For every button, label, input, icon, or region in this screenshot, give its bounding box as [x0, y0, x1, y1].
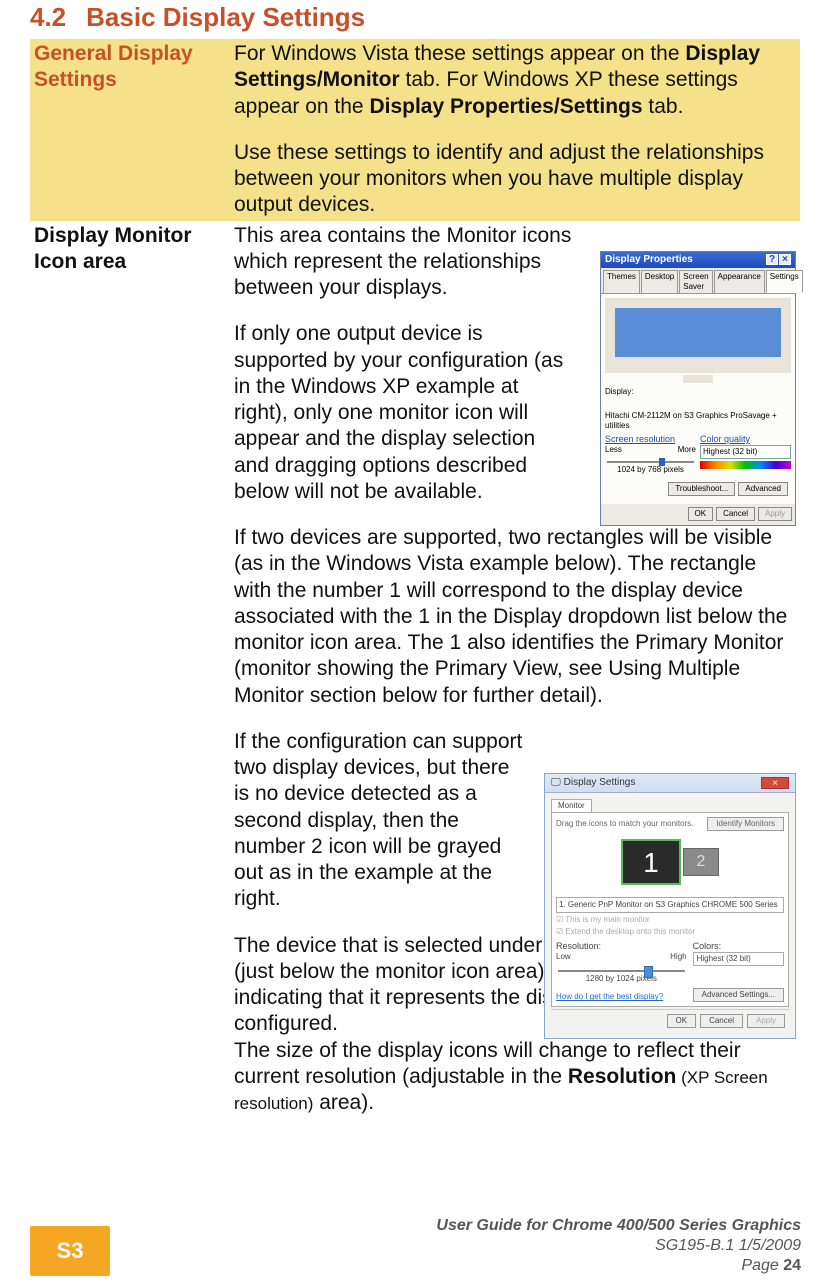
vista-drag-text: Drag the icons to match your monitors.	[556, 819, 693, 829]
vista-extend-desktop-checkbox[interactable]: ☑ Extend the desktop onto this monitor	[556, 927, 784, 937]
vista-tab-monitor[interactable]: Monitor	[551, 799, 592, 812]
monitor-icon-area[interactable]: 1 2	[556, 831, 784, 893]
vista-color-section: Colors: Highest (32 bit)	[693, 941, 784, 984]
footer-page: Page 24	[436, 1256, 801, 1276]
xp-title-text: Display Properties	[605, 254, 693, 267]
xp-advanced-button[interactable]: Advanced	[738, 482, 788, 496]
row1-label: General Display Settings	[30, 39, 230, 221]
xp-titlebar: Display Properties ?×	[601, 252, 795, 269]
s3-graphics-logo: S3	[30, 1226, 110, 1276]
xp-display-value: Hitachi CM-2112M on S3 Graphics ProSavag…	[605, 411, 791, 431]
vista-title-text: Display Settings	[564, 777, 636, 790]
xp-res-label: Screen resolution	[605, 434, 696, 445]
vista-titlebar: 🖵Display Settings ×	[545, 774, 795, 794]
vista-help-link[interactable]: How do I get the best display?	[556, 992, 663, 1002]
vista-ok-button[interactable]: OK	[667, 1014, 697, 1028]
color-spectrum-icon	[700, 461, 791, 469]
vista-main-monitor-checkbox[interactable]: ☑ This is my main monitor	[556, 915, 784, 925]
xp-tab-settings[interactable]: Settings	[766, 270, 803, 293]
row2-para4: If the configuration can support two dis…	[234, 729, 524, 913]
section-number: 4.2	[30, 2, 66, 32]
xp-resolution-section: Screen resolution LessMore 1024 by 768 p…	[605, 434, 696, 475]
settings-table: General Display Settings For Windows Vis…	[30, 39, 800, 1138]
vista-display-select[interactable]: 1. Generic PnP Monitor on S3 Graphics CH…	[556, 897, 784, 913]
page-footer: S3 User Guide for Chrome 400/500 Series …	[30, 1216, 801, 1276]
vista-res-label: Resolution:	[556, 941, 687, 952]
xp-color-select[interactable]: Highest (32 bit)	[700, 445, 791, 459]
row2-para3: If two devices are supported, two rectan…	[234, 525, 796, 709]
xp-tabs: Themes Desktop Screen Saver Appearance S…	[601, 268, 795, 294]
row1-para2: Use these settings to identify and adjus…	[234, 140, 796, 219]
xp-ok-button[interactable]: OK	[688, 507, 714, 521]
close-icon[interactable]: ×	[779, 254, 791, 265]
vista-color-label: Colors:	[693, 941, 784, 952]
row2-para2: If only one output device is supported b…	[234, 321, 576, 505]
row-general-display-settings: General Display Settings For Windows Vis…	[30, 39, 800, 221]
monitor-icon: 🖵	[551, 777, 561, 790]
close-icon[interactable]: ×	[761, 777, 789, 789]
xp-cancel-button[interactable]: Cancel	[716, 507, 755, 521]
footer-guide-title: User Guide for Chrome 400/500 Series Gra…	[436, 1216, 801, 1236]
xp-tab-appearance[interactable]: Appearance	[714, 270, 765, 293]
xp-tab-screensaver[interactable]: Screen Saver	[679, 270, 712, 293]
footer-docid-date: SG195-B.1 1/5/2009	[436, 1236, 801, 1256]
row2-para1: This area contains the Monitor icons whi…	[234, 223, 576, 302]
vista-display-settings-dialog: 🖵Display Settings × Monitor Drag the ico…	[544, 773, 796, 1040]
row1-para1: For Windows Vista these settings appear …	[234, 41, 796, 120]
xp-tab-themes[interactable]: Themes	[603, 270, 640, 293]
identify-monitors-button[interactable]: Identify Monitors	[707, 817, 784, 831]
vista-resolution-section: Resolution: LowHigh 1280 by 1024 pixels	[556, 941, 687, 984]
vista-body: Monitor Drag the icons to match your mon…	[545, 793, 795, 1038]
vista-apply-button[interactable]: Apply	[747, 1014, 785, 1028]
vista-cancel-button[interactable]: Cancel	[700, 1014, 743, 1028]
row1-content: For Windows Vista these settings appear …	[230, 39, 800, 221]
monitor-preview-icon	[605, 298, 791, 373]
xp-apply-button[interactable]: Apply	[758, 507, 792, 521]
vista-color-select[interactable]: Highest (32 bit)	[693, 952, 784, 966]
help-icon[interactable]: ?	[766, 254, 778, 265]
xp-display-properties-dialog: Display Properties ?× Themes Desktop Scr…	[600, 251, 796, 527]
section-heading: 4.2 Basic Display Settings	[30, 2, 801, 33]
xp-res-value: 1024 by 768 pixels	[605, 465, 696, 475]
xp-res-slider[interactable]	[607, 461, 694, 463]
section-title: Basic Display Settings	[86, 2, 365, 32]
xp-troubleshoot-button[interactable]: Troubleshoot...	[668, 482, 735, 496]
vista-advanced-button[interactable]: Advanced Settings...	[693, 988, 784, 1002]
xp-color-label: Color quality	[700, 434, 791, 445]
footer-text: User Guide for Chrome 400/500 Series Gra…	[436, 1216, 801, 1276]
xp-title-buttons: ?×	[765, 254, 791, 267]
vista-res-value: 1280 by 1024 pixels	[556, 974, 687, 984]
xp-body: Display: Hitachi CM-2112M on S3 Graphics…	[601, 294, 795, 504]
row2-label: Display Monitor Icon area	[30, 221, 230, 1139]
monitor-1-icon[interactable]: 1	[621, 839, 681, 885]
xp-color-section: Color quality Highest (32 bit)	[700, 434, 791, 475]
xp-tab-desktop[interactable]: Desktop	[641, 270, 678, 293]
monitor-2-icon[interactable]: 2	[683, 848, 719, 876]
vista-res-slider[interactable]	[558, 970, 685, 972]
row2-content: This area contains the Monitor icons whi…	[230, 221, 800, 1139]
row-display-monitor-icon-area: Display Monitor Icon area This area cont…	[30, 221, 800, 1139]
row2-para6: The size of the display icons will chang…	[234, 1038, 796, 1117]
xp-display-label: Display:	[605, 387, 791, 397]
